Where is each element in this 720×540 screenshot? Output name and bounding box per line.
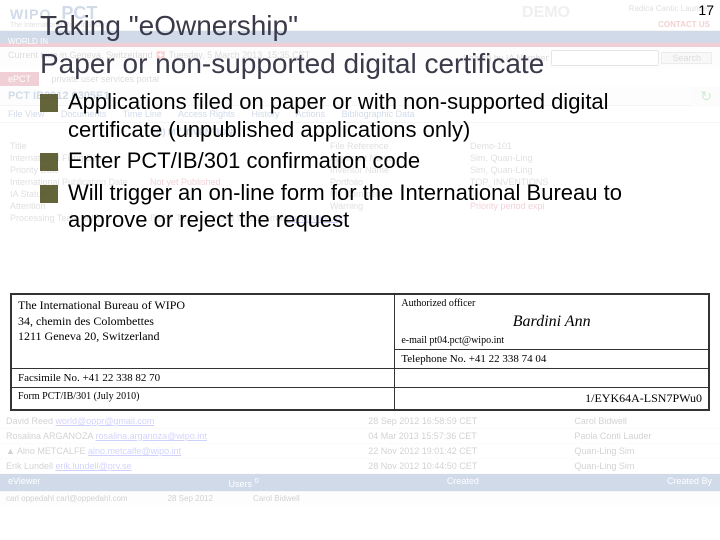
email-link[interactable]: rosalina.arganoza@wipo.int — [96, 431, 207, 441]
officer-label: Authorized officer — [401, 298, 702, 309]
slide-title-1: Taking "eOwnership" — [40, 10, 700, 42]
page-number: 17 — [698, 2, 714, 18]
bullet-text: Applications filed on paper or with non-… — [68, 88, 700, 143]
tab[interactable]: File View — [8, 109, 44, 119]
table-row: ▲ Alno METCALFE alno.metcalfe@wipo.int22… — [0, 444, 720, 459]
email-link[interactable]: erik.lundell@prv.se — [56, 461, 132, 471]
signature-row: carl oppedahl carl@oppedahl.com 28 Sep 2… — [0, 491, 720, 505]
bullet-text: Enter PCT/IB/301 confirmation code — [68, 147, 700, 175]
telephone: Telephone No. +41 22 338 74 04 — [395, 350, 709, 369]
bullet-text: Will trigger an on-line form for the Int… — [68, 179, 700, 234]
form-ib301: The International Bureau of WIPO 34, che… — [10, 293, 710, 411]
table-row: David Reed world@oppr@gmail.com28 Sep 20… — [0, 414, 720, 429]
eviewer-label: eViewer — [8, 476, 40, 489]
form-name: Form PCT/IB/301 (July 2010) — [12, 388, 395, 410]
email-link[interactable]: carl@oppedahl.com — [56, 494, 127, 503]
bullet-list: Applications filed on paper or with non-… — [40, 88, 700, 234]
bullet-icon — [40, 94, 58, 112]
email-link[interactable]: world@oppr@gmail.com — [56, 416, 155, 426]
email-link[interactable]: alno.metcalfe@wipo.int — [88, 446, 181, 456]
fax: Facsimile No. +41 22 338 82 70 — [12, 369, 395, 388]
org-name: The International Bureau of WIPO — [18, 298, 185, 312]
bullet-icon — [40, 153, 58, 171]
table-row: Rosalina ARGANOZA rosalina.arganoza@wipo… — [0, 429, 720, 444]
slide-title-2: Paper or non-supported digital certifica… — [40, 48, 700, 80]
confirmation-code: 1/EYK64A-LSN7PWu0 — [395, 388, 709, 410]
officer-name: Bardini Ann — [401, 313, 702, 331]
slide-overlay: Taking "eOwnership" Paper or non-support… — [40, 10, 700, 238]
footer-bar: eViewer Users 0 Created Created By — [0, 474, 720, 491]
epct-tab[interactable]: ePCT — [0, 72, 39, 86]
access-list: David Reed world@oppr@gmail.com28 Sep 20… — [0, 414, 720, 474]
bullet-icon — [40, 185, 58, 203]
table-row: Erik Lundell erik.lundell@prv.se28 Nov 2… — [0, 459, 720, 474]
